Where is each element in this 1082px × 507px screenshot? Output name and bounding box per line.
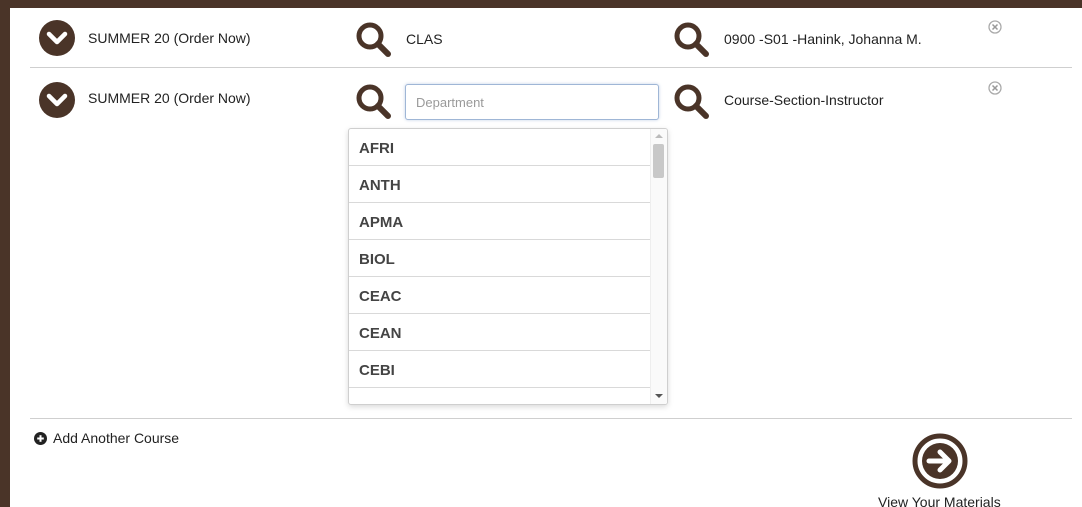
course-section-placeholder[interactable]: Course-Section-Instructor — [724, 92, 884, 108]
chevron-down-icon[interactable] — [39, 82, 75, 118]
department-option[interactable]: ANTH — [349, 166, 651, 203]
plus-circle-icon — [34, 431, 47, 445]
close-circle-icon[interactable] — [988, 81, 1002, 95]
term-label: SUMMER 20 (Order Now) — [88, 30, 251, 46]
search-course-icon[interactable] — [672, 82, 712, 122]
course-section-value[interactable]: 0900 -S01 -Hanink, Johanna M. — [724, 31, 922, 47]
course-selection-panel: SUMMER 20 (Order Now) CLAS 0900 -S01 -Ha… — [10, 8, 1082, 507]
scroll-up-arrow-icon[interactable] — [655, 134, 663, 138]
add-another-course-link[interactable]: Add Another Course — [34, 430, 179, 446]
course-row-1: SUMMER 20 (Order Now) CLAS 0900 -S01 -Ha… — [30, 8, 1072, 68]
search-department-icon[interactable] — [354, 20, 394, 60]
department-option[interactable]: CEAN — [349, 314, 651, 351]
scroll-thumb[interactable] — [653, 144, 664, 178]
department-option[interactable]: AFRI — [349, 129, 651, 166]
department-option[interactable]: APMA — [349, 203, 651, 240]
department-option[interactable]: BIOL — [349, 240, 651, 277]
department-input[interactable] — [405, 84, 659, 120]
add-another-course-label: Add Another Course — [53, 430, 180, 446]
department-options-list: AFRI ANTH APMA BIOL CEAC CEAN CEBI — [349, 129, 651, 388]
department-option[interactable]: CEBI — [349, 351, 651, 388]
view-materials-label[interactable]: View Your Materials — [878, 494, 1001, 507]
search-department-icon[interactable] — [354, 82, 394, 122]
search-course-icon[interactable] — [672, 20, 712, 60]
dropdown-scrollbar[interactable] — [650, 129, 667, 404]
scroll-down-arrow-icon[interactable] — [655, 394, 663, 398]
department-option[interactable]: CEAC — [349, 277, 651, 314]
department-dropdown: AFRI ANTH APMA BIOL CEAC CEAN CEBI — [348, 128, 668, 405]
department-value[interactable]: CLAS — [406, 31, 443, 47]
close-circle-icon[interactable] — [988, 20, 1002, 34]
chevron-down-icon[interactable] — [39, 20, 75, 56]
arrow-right-circle-icon[interactable] — [912, 433, 968, 489]
term-label: SUMMER 20 (Order Now) — [88, 90, 251, 106]
